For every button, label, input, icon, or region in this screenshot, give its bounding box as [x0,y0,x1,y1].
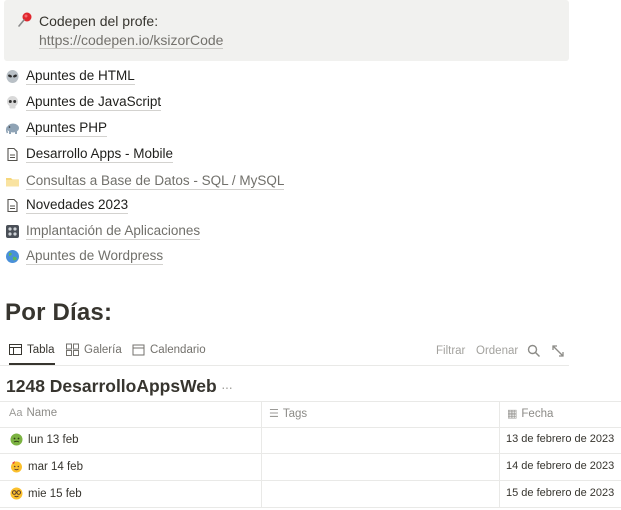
tab-label: Tabla [27,343,55,356]
name-cell[interactable]: lun 13 feb [10,433,79,446]
calendar-icon [132,344,145,356]
column-label: Fecha [521,407,554,420]
link-apuntes-wordpress[interactable]: Apuntes de Wordpress [5,246,164,266]
link-consultas-sql[interactable]: Consultas a Base de Datos - SQL / MySQL [5,171,285,191]
column-divider [261,427,262,453]
column-divider [499,427,500,453]
date-cell[interactable]: 15 de febrero de 2023 [506,487,614,499]
filter-button[interactable]: Filtrar [436,345,465,357]
link-label: Apuntes PHP [26,119,108,137]
codepen-link[interactable]: https://codepen.io/ksizorCode [39,32,224,49]
date-cell[interactable]: 13 de febrero de 2023 [506,433,614,445]
database-title[interactable]: 1248 DesarrolloAppsWeb [6,376,217,397]
link-desarrollo-apps-mobile[interactable]: Desarrollo Apps - Mobile [5,144,174,164]
table-row[interactable]: mie 15 feb 15 de febrero de 2023 [0,481,621,508]
search-icon[interactable] [527,344,541,358]
tab-galeria[interactable]: Galería [66,343,122,356]
page-icon [7,198,18,212]
link-label: Apuntes de JavaScript [26,93,162,111]
tab-tabla[interactable]: Tabla [9,343,55,365]
column-header-name[interactable]: Aa Name [9,407,57,419]
table-icon [9,344,22,355]
page-icon [7,147,18,161]
party-face-icon [11,461,22,473]
link-novedades-2023[interactable]: Novedades 2023 [5,195,129,215]
calendar-type-icon: ▦ [507,408,518,420]
column-divider [261,454,262,480]
folder-icon [6,177,19,186]
pushpin-icon [18,12,32,27]
link-apuntes-html[interactable]: Apuntes de HTML [5,66,135,86]
nerd-face-icon [10,487,23,500]
link-label: Consultas a Base de Datos - SQL / MySQL [26,172,285,190]
column-header-fecha[interactable]: ▦ Fecha [507,407,554,421]
row-name: mar 14 feb [28,460,83,473]
alien-icon [6,69,19,83]
column-divider [261,402,262,427]
column-divider [499,454,500,480]
more-options-icon[interactable]: ··· [221,379,233,395]
table-row[interactable]: lun 13 feb 13 de febrero de 2023 [0,427,621,454]
tab-label: Calendario [150,343,206,356]
name-cell[interactable]: mie 15 feb [10,487,82,500]
callout: Codepen del profe: https://codepen.io/ks… [4,0,569,61]
sort-button[interactable]: Ordenar [476,345,518,357]
skull-icon [7,95,18,108]
column-divider [261,481,262,507]
row-name: mie 15 feb [28,487,82,500]
column-divider [499,481,500,507]
section-heading: Por Días: [5,299,113,326]
column-header-tags[interactable]: ☰ Tags [269,407,308,421]
list-type-icon: ☰ [269,408,279,420]
view-tabs-bar: Tabla Galería Calendario Filtrar Ordenar [0,337,569,366]
elephant-icon [5,123,19,134]
column-label: Tags [282,407,308,420]
table-row[interactable]: mar 14 feb 14 de febrero de 2023 [0,454,621,481]
name-cell[interactable]: mar 14 feb [10,460,83,473]
tab-label: Galería [84,343,122,356]
link-label: Apuntes de Wordpress [26,247,164,265]
link-apuntes-javascript[interactable]: Apuntes de JavaScript [5,92,162,112]
expand-icon[interactable] [551,344,565,358]
column-divider [499,402,500,427]
gallery-icon [66,343,79,356]
tab-calendario[interactable]: Calendario [132,343,206,356]
link-label: Desarrollo Apps - Mobile [26,145,174,163]
control-knobs-icon [6,224,19,238]
date-cell[interactable]: 14 de febrero de 2023 [506,460,614,472]
link-implantacion-aplicaciones[interactable]: Implantación de Aplicaciones [5,221,201,241]
column-label: Name [26,407,58,419]
table-header: Aa Name ☰ Tags ▦ Fecha [0,401,621,428]
text-type-icon: Aa [9,407,23,419]
link-label: Implantación de Aplicaciones [26,222,201,240]
sick-face-icon [10,433,23,446]
link-apuntes-php[interactable]: Apuntes PHP [5,118,108,138]
link-label: Novedades 2023 [26,196,129,214]
globe-icon [6,249,19,263]
row-name: lun 13 feb [28,433,79,446]
link-label: Apuntes de HTML [26,67,135,85]
callout-title: Codepen del profe: [39,13,159,29]
